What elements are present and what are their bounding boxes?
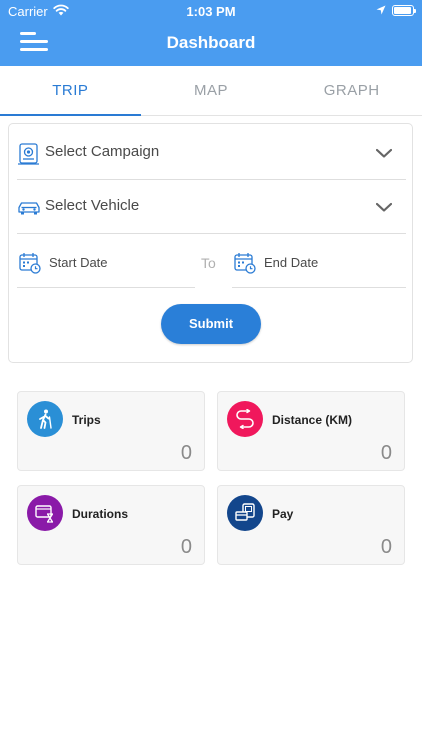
- tab-trip[interactable]: TRIP: [0, 66, 141, 116]
- tab-bar: TRIP MAP GRAPH: [0, 66, 422, 116]
- trips-value: 0: [180, 442, 192, 464]
- durations-icon-badge: [27, 495, 63, 531]
- vehicle-select[interactable]: Select Vehicle: [17, 182, 406, 234]
- status-bar: Carrier 1:03 PM: [0, 0, 422, 22]
- campaign-icon: [18, 143, 39, 165]
- distance-icon-badge: [227, 401, 263, 437]
- distance-card[interactable]: Distance (KM) 0: [217, 391, 405, 471]
- durations-label: Durations: [72, 507, 129, 521]
- status-time: 1:03 PM: [186, 4, 236, 19]
- car-icon: [18, 202, 40, 215]
- tab-map[interactable]: MAP: [141, 66, 282, 115]
- trips-label: Trips: [72, 413, 101, 427]
- battery-icon: [392, 5, 416, 16]
- pay-icon-badge: [227, 495, 263, 531]
- distance-label: Distance (KM): [272, 413, 353, 427]
- calendar-icon: [234, 253, 256, 274]
- submit-button[interactable]: Submit: [161, 304, 261, 344]
- chevron-down-icon: [376, 148, 392, 158]
- distance-value: 0: [380, 442, 392, 464]
- trips-icon-badge: [27, 401, 63, 437]
- location-arrow-icon: [376, 5, 386, 15]
- filter-form: Select Campaign Select Vehicle Start Dat…: [8, 123, 413, 363]
- page-title: Dashboard: [166, 33, 256, 52]
- trips-card[interactable]: Trips 0: [17, 391, 205, 471]
- dashboard-screen: Carrier 1:03 PM Dashboard TRIP MAP GRAPH: [0, 0, 422, 750]
- durations-card[interactable]: Durations 0: [17, 485, 205, 565]
- header: Carrier 1:03 PM Dashboard: [0, 0, 422, 66]
- battery-level: [394, 7, 412, 14]
- pay-label: Pay: [272, 507, 294, 521]
- chevron-down-icon: [376, 202, 392, 212]
- payment-icon: [235, 503, 255, 521]
- start-date-field[interactable]: Start Date: [17, 236, 195, 288]
- tab-graph[interactable]: GRAPH: [281, 66, 422, 115]
- calendar-icon: [19, 253, 41, 274]
- to-label: To: [201, 255, 216, 271]
- walking-icon: [39, 409, 52, 429]
- campaign-select[interactable]: Select Campaign: [17, 128, 406, 180]
- pay-value: 0: [380, 536, 392, 558]
- end-date-field[interactable]: End Date: [232, 236, 406, 288]
- hourglass-icon: [35, 505, 54, 523]
- route-icon: [236, 409, 254, 429]
- vehicle-select-label: Select Vehicle: [45, 197, 140, 214]
- durations-value: 0: [180, 536, 192, 558]
- end-date-label: End Date: [264, 255, 319, 270]
- campaign-select-label: Select Campaign: [45, 143, 160, 160]
- pay-card[interactable]: Pay 0: [217, 485, 405, 565]
- start-date-label: Start Date: [49, 255, 108, 270]
